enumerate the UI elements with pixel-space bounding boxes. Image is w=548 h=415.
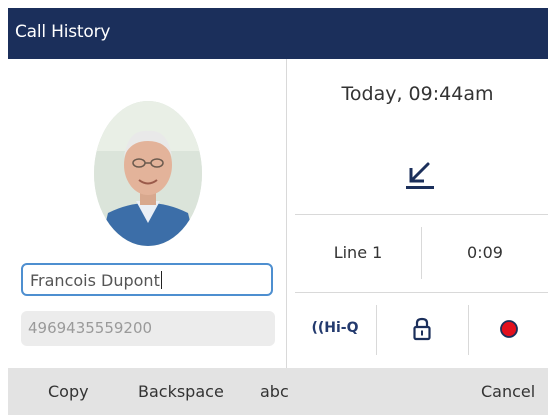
contact-number-value: 4969435559200 — [28, 319, 153, 337]
call-duration: 0:09 — [422, 215, 548, 292]
hiq-text: Hi-Q — [324, 320, 359, 336]
call-history-screen: Call History Francois Dupont 49694355592… — [8, 8, 548, 415]
copy-softkey[interactable]: Copy — [48, 382, 89, 401]
call-line: Line 1 — [295, 215, 421, 292]
contact-number-field[interactable]: 4969435559200 — [21, 311, 275, 346]
call-duration-value: 0:09 — [467, 243, 503, 262]
record-button[interactable] — [469, 293, 548, 368]
call-features-row: ((Hi-Q — [295, 293, 548, 368]
call-datetime: Today, 09:44am — [341, 83, 494, 105]
lock-icon — [413, 317, 431, 341]
text-caret — [160, 271, 163, 289]
lock-button[interactable] — [377, 293, 467, 368]
hiq-waves-icon: (( — [311, 320, 325, 336]
contact-name-field[interactable]: Francois Dupont — [21, 263, 273, 296]
contact-panel: Francois Dupont 4969435559200 — [8, 59, 286, 368]
hiq-label: ((Hi-Q — [295, 320, 375, 336]
outgoing-call-arrow-icon — [405, 159, 435, 189]
call-details-panel: Today, 09:44am Line 1 0:09 ((Hi-Q — [287, 59, 548, 368]
contact-name-value: Francois Dupont — [30, 271, 163, 290]
avatar — [94, 101, 202, 246]
abc-softkey[interactable]: abc — [260, 382, 289, 401]
cancel-softkey[interactable]: Cancel — [481, 382, 535, 401]
title-bar: Call History — [8, 8, 548, 59]
backspace-softkey[interactable]: Backspace — [138, 382, 224, 401]
hiq-button[interactable]: ((Hi-Q — [295, 293, 375, 368]
call-line-label: Line 1 — [333, 243, 383, 262]
window-title: Call History — [15, 22, 111, 42]
record-dot-icon — [500, 320, 518, 338]
softkey-bar: Copy Backspace abc Cancel — [8, 368, 548, 415]
avatar-photo — [94, 101, 202, 246]
